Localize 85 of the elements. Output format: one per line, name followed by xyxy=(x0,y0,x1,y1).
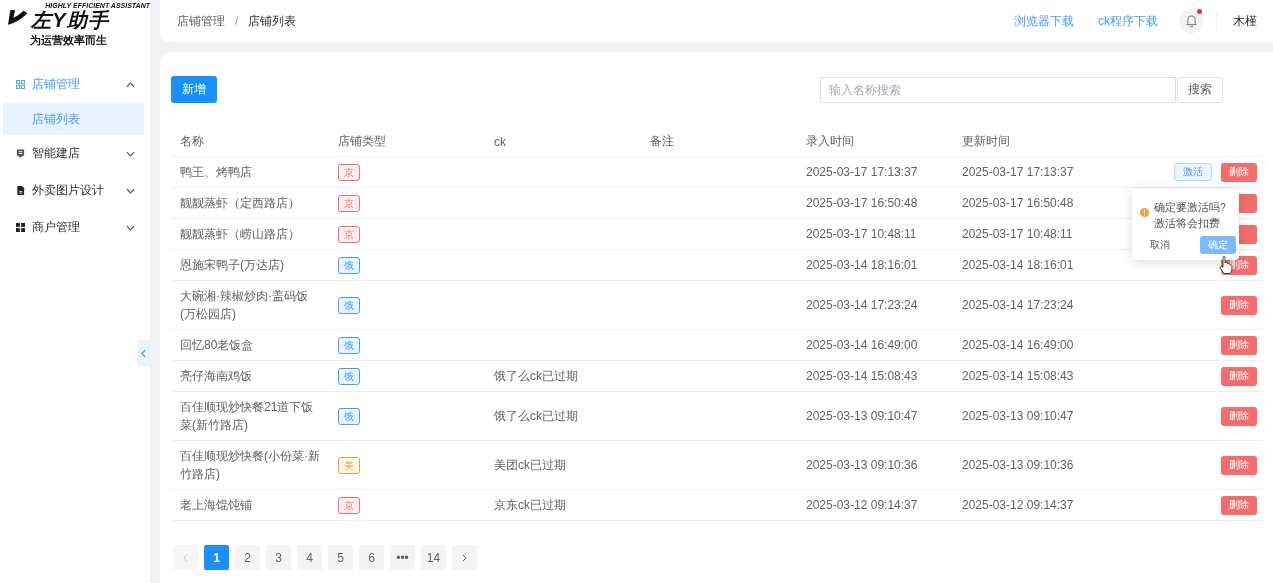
delete-button[interactable]: 删除 xyxy=(1221,455,1257,475)
store-name: 老上海馄饨铺 xyxy=(180,497,253,514)
ck-status: 美团ck已过期 xyxy=(494,458,566,472)
store-name: 恩施宋鸭子(万达店) xyxy=(180,257,285,274)
store-name: 百佳顺现炒快餐(小份菜·新竹路店) xyxy=(180,448,320,483)
store-type-tag: 美 xyxy=(338,457,360,474)
page-button[interactable]: 1 xyxy=(204,545,229,570)
breadcrumb-separator: / xyxy=(235,14,239,28)
updated-time: 2025-03-14 18:16:01 xyxy=(962,258,1074,272)
store-type-tag: 饿 xyxy=(338,408,360,425)
created-time: 2025-03-17 10:48:11 xyxy=(806,227,917,241)
store-name: 靓靓蒸虾（崂山路店） xyxy=(180,226,301,243)
page-button[interactable]: ••• xyxy=(390,545,415,570)
download-link[interactable]: 浏览器下载 xyxy=(1014,12,1074,30)
updated-time: 2025-03-17 10:48:11 xyxy=(962,227,1073,241)
download-link[interactable]: ck程序下载 xyxy=(1098,12,1158,30)
store-name: 回忆80老饭盒 xyxy=(180,337,255,354)
updated-time: 2025-03-17 17:13:37 xyxy=(962,165,1074,179)
store-type-tag: 饿 xyxy=(338,368,360,385)
store-type-tag: 饿 xyxy=(338,297,360,314)
updated-time: 2025-03-17 16:50:48 xyxy=(962,196,1074,210)
store-type-tag: 饿 xyxy=(338,337,360,354)
store-name: 亮仔海南鸡饭 xyxy=(180,368,253,385)
store-type-tag: 饿 xyxy=(338,257,360,274)
page-button[interactable]: 14 xyxy=(421,545,446,570)
created-time: 2025-03-14 17:23:24 xyxy=(806,298,918,312)
menu-item[interactable]: 智能建店 xyxy=(0,135,150,172)
created-time: 2025-03-13 09:10:36 xyxy=(806,458,918,472)
store-type-tag: 京 xyxy=(338,226,360,243)
store-type-tag: 京 xyxy=(338,497,360,514)
add-button[interactable]: 新增 xyxy=(171,76,217,103)
cancel-button[interactable]: 取消 xyxy=(1140,237,1180,252)
delete-button[interactable]: 删除 xyxy=(1221,162,1257,182)
created-time: 2025-03-17 16:50:48 xyxy=(806,196,918,210)
column-header: ck xyxy=(494,134,506,149)
updated-time: 2025-03-13 09:10:47 xyxy=(962,409,1074,423)
confirm-message: 确定要激活吗?激活将会扣费 xyxy=(1154,199,1227,231)
column-header: 店铺类型 xyxy=(338,134,386,148)
updated-time: 2025-03-14 17:23:24 xyxy=(962,298,1074,312)
logo-name: 左Y助手 xyxy=(31,9,111,31)
updated-time: 2025-03-13 09:10:36 xyxy=(962,458,1074,472)
delete-button[interactable]: 删除 xyxy=(1221,366,1257,386)
ck-status: 饿了么ck已过期 xyxy=(494,369,578,383)
column-header: 名称 xyxy=(180,134,204,148)
delete-button[interactable]: 删除 xyxy=(1221,335,1257,355)
user-name[interactable]: 木槿 xyxy=(1233,12,1257,30)
delete-button[interactable]: 删除 xyxy=(1221,295,1257,315)
created-time: 2025-03-14 18:16:01 xyxy=(806,258,918,272)
column-header: 录入时间 xyxy=(806,134,854,148)
store-type-tag: 京 xyxy=(338,195,360,212)
menu-item[interactable]: 店铺管理 xyxy=(0,66,150,103)
submenu-item[interactable]: 店铺列表 xyxy=(3,103,144,135)
page-button[interactable]: 3 xyxy=(266,545,291,570)
page-button[interactable]: 2 xyxy=(235,545,260,570)
activate-button[interactable]: 激活 xyxy=(1174,162,1212,181)
created-time: 2025-03-14 15:08:43 xyxy=(806,369,918,383)
breadcrumb-item[interactable]: 店铺管理 xyxy=(177,12,225,30)
menu-item[interactable]: 外卖图片设计 xyxy=(0,172,150,209)
store-name: 百佳顺现炒快餐21道下饭菜(新竹路店) xyxy=(180,399,315,434)
ck-status: 京东ck已过期 xyxy=(494,498,566,512)
delete-button[interactable]: 删除 xyxy=(1221,495,1257,515)
logo-slogan: 为运营效率而生 xyxy=(29,33,108,47)
store-name: 鸭王、烤鸭店 xyxy=(180,164,253,181)
search-field[interactable]: 输入名称搜索 xyxy=(820,76,1176,103)
page-button[interactable]: 5 xyxy=(328,545,353,570)
ck-status: 饿了么ck已过期 xyxy=(494,409,578,423)
created-time: 2025-03-14 16:49:00 xyxy=(806,338,918,352)
breadcrumb-item: 店铺列表 xyxy=(248,12,297,30)
store-name: 靓靓蒸虾（定西路店） xyxy=(180,195,301,212)
store-name: 大碗湘·辣椒炒肉·盖码饭(万松园店) xyxy=(180,288,309,323)
page-button[interactable]: 6 xyxy=(359,545,384,570)
confirm-button[interactable]: 确定 xyxy=(1200,235,1236,254)
delete-button[interactable]: 删除 xyxy=(1221,406,1257,426)
updated-time: 2025-03-12 09:14:37 xyxy=(962,498,1074,512)
column-header: 备注 xyxy=(650,134,674,148)
updated-time: 2025-03-14 15:08:43 xyxy=(962,369,1074,383)
created-time: 2025-03-12 09:14:37 xyxy=(806,498,918,512)
column-header: 更新时间 xyxy=(962,134,1010,148)
menu-item[interactable]: 商户管理 xyxy=(0,209,150,246)
created-time: 2025-03-13 09:10:47 xyxy=(806,409,918,423)
store-type-tag: 京 xyxy=(338,164,360,181)
updated-time: 2025-03-14 16:49:00 xyxy=(962,338,1074,352)
created-time: 2025-03-17 17:13:37 xyxy=(806,165,918,179)
page-button[interactable]: 4 xyxy=(297,545,322,570)
search-button[interactable]: 搜索 xyxy=(1177,76,1223,103)
